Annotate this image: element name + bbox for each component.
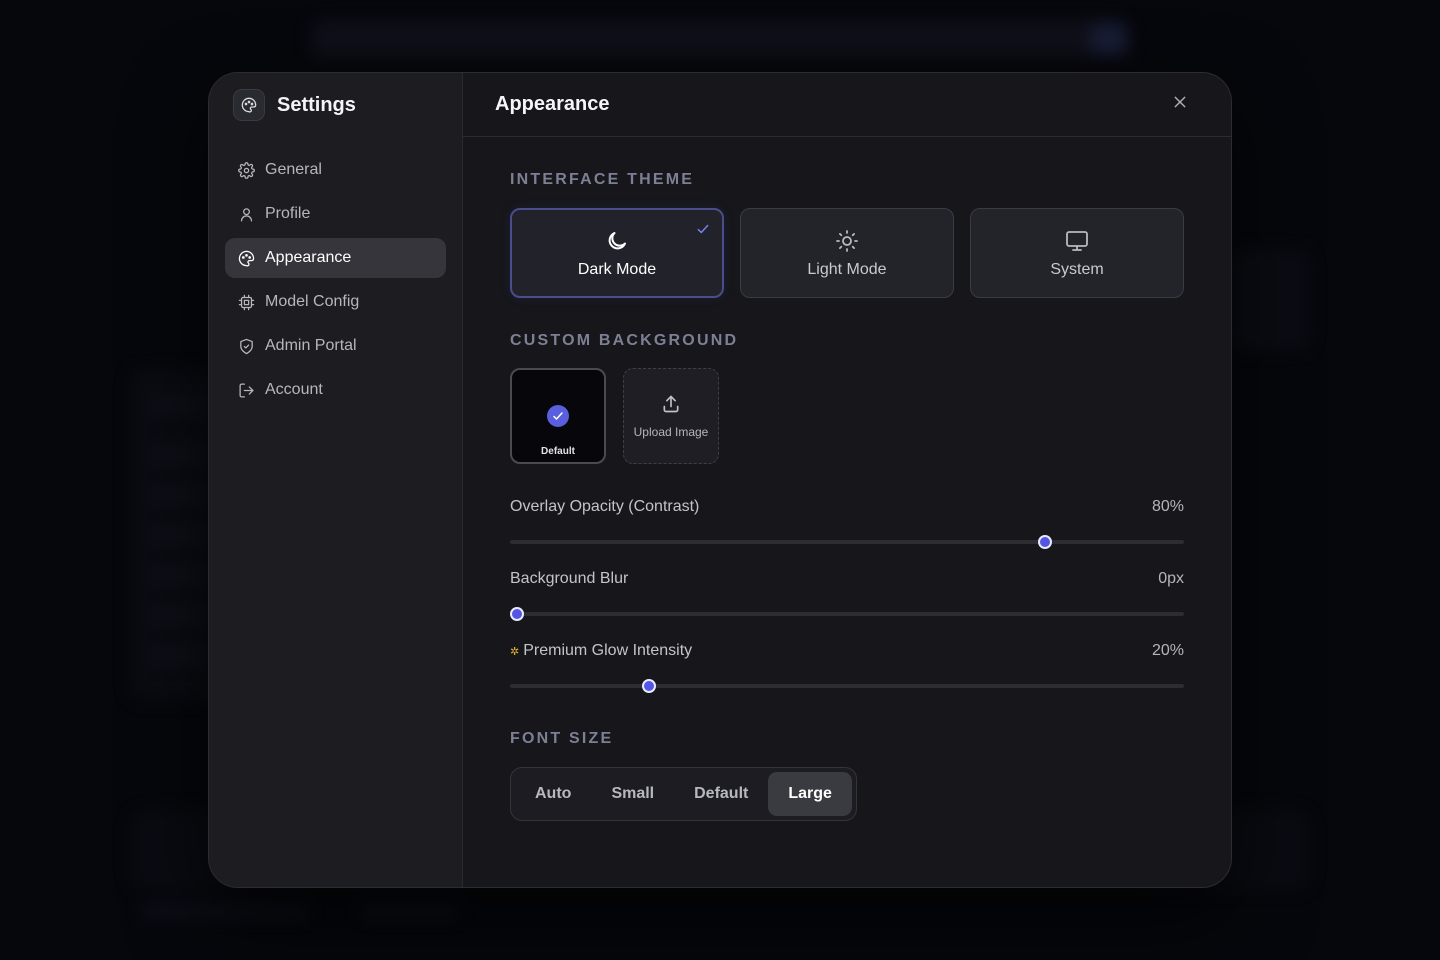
font-size-option-auto[interactable]: Auto bbox=[515, 772, 591, 816]
bg-bottom-text bbox=[360, 905, 460, 917]
slider-value: 20% bbox=[1151, 642, 1184, 659]
bg-bottom-text bbox=[140, 905, 310, 917]
font-size-label: FONT SIZE bbox=[510, 730, 614, 747]
sidebar-header: Settings bbox=[225, 73, 446, 137]
background-default-label: Default bbox=[541, 446, 575, 457]
sidebar-item-label: Appearance bbox=[265, 249, 352, 266]
theme-option-dark[interactable]: Dark Mode bbox=[510, 208, 724, 298]
sidebar-item-label: Admin Portal bbox=[265, 337, 357, 354]
check-circle-icon bbox=[547, 405, 569, 427]
bg-line bbox=[150, 570, 210, 580]
font-size-option-large[interactable]: Large bbox=[768, 772, 852, 816]
sidebar-item-admin-portal[interactable]: Admin Portal bbox=[225, 326, 446, 366]
sidebar-item-label: General bbox=[265, 161, 322, 178]
sidebar-item-label: Profile bbox=[265, 205, 311, 222]
background-blur-slider[interactable] bbox=[510, 607, 1184, 621]
gear-icon bbox=[237, 161, 255, 179]
page-title: Appearance bbox=[495, 93, 610, 115]
slider-label: Background Blur bbox=[510, 570, 629, 587]
glow-intensity-slider-row: ✲ Premium Glow Intensity 20% bbox=[510, 642, 1184, 693]
upload-icon bbox=[661, 394, 681, 419]
background-option-default[interactable]: Default bbox=[510, 368, 606, 464]
main-header: Appearance bbox=[463, 73, 1231, 137]
upload-image-label: Upload Image bbox=[633, 424, 709, 439]
slider-value: 0px bbox=[1158, 570, 1184, 587]
slider-thumb[interactable] bbox=[1038, 535, 1052, 549]
theme-option-label: Light Mode bbox=[807, 260, 887, 278]
background-blur-slider-row: Background Blur 0px bbox=[510, 570, 1184, 621]
sidebar-item-label: Account bbox=[265, 381, 323, 398]
theme-option-system[interactable]: System bbox=[970, 208, 1184, 298]
slider-label: Premium Glow Intensity bbox=[523, 642, 693, 659]
glow-intensity-slider[interactable] bbox=[510, 679, 1184, 693]
custom-background-label: CUSTOM BACKGROUND bbox=[510, 332, 739, 349]
sidebar-item-general[interactable]: General bbox=[225, 150, 446, 190]
bg-line bbox=[150, 400, 210, 410]
theme-options: Dark Mode Light Mode System bbox=[510, 208, 1184, 298]
sun-icon bbox=[834, 228, 860, 254]
bg-top-bar bbox=[310, 18, 1130, 58]
user-icon bbox=[237, 205, 255, 223]
font-size-option-default[interactable]: Default bbox=[674, 772, 768, 816]
logout-icon bbox=[237, 381, 255, 399]
cpu-icon bbox=[237, 293, 255, 311]
bg-line bbox=[150, 490, 210, 500]
theme-option-label: System bbox=[1050, 260, 1104, 278]
check-icon bbox=[696, 222, 710, 241]
close-icon bbox=[1172, 94, 1188, 115]
overlay-opacity-slider[interactable] bbox=[510, 535, 1184, 549]
theme-option-label: Dark Mode bbox=[577, 260, 657, 278]
settings-nav: General Profile Appearance Model Config … bbox=[225, 150, 446, 410]
moon-icon bbox=[604, 228, 630, 254]
settings-sidebar: Settings General Profile Appearance Mode… bbox=[209, 73, 463, 887]
sidebar-item-model-config[interactable]: Model Config bbox=[225, 282, 446, 322]
background-options: Default Upload Image bbox=[510, 368, 1184, 464]
overlay-opacity-slider-row: Overlay Opacity (Contrast) 80% bbox=[510, 498, 1184, 549]
upload-image-button[interactable]: Upload Image bbox=[623, 368, 719, 464]
slider-thumb[interactable] bbox=[510, 607, 524, 621]
shield-icon bbox=[237, 337, 255, 355]
bg-line bbox=[150, 530, 210, 540]
bg-line bbox=[150, 450, 210, 460]
theme-option-light[interactable]: Light Mode bbox=[740, 208, 954, 298]
sparkle-icon: ✲ bbox=[510, 646, 520, 658]
close-button[interactable] bbox=[1169, 94, 1191, 116]
slider-value: 80% bbox=[1151, 498, 1184, 515]
slider-label: Overlay Opacity (Contrast) bbox=[510, 498, 700, 515]
slider-thumb[interactable] bbox=[642, 679, 656, 693]
settings-main: Appearance INTERFACE THEME Dark Mode Lig… bbox=[463, 73, 1231, 887]
sidebar-item-account[interactable]: Account bbox=[225, 370, 446, 410]
sidebar-item-profile[interactable]: Profile bbox=[225, 194, 446, 234]
monitor-icon bbox=[1064, 228, 1090, 254]
interface-theme-label: INTERFACE THEME bbox=[510, 171, 695, 188]
sidebar-item-appearance[interactable]: Appearance bbox=[225, 238, 446, 278]
palette-logo-icon bbox=[233, 89, 265, 121]
bg-line bbox=[150, 650, 210, 660]
font-size-selector: Auto Small Default Large bbox=[510, 767, 857, 821]
appearance-content: INTERFACE THEME Dark Mode Light Mode Sys… bbox=[463, 137, 1231, 821]
font-size-option-small[interactable]: Small bbox=[591, 772, 674, 816]
bg-top-button bbox=[1090, 24, 1126, 54]
palette-icon bbox=[237, 249, 255, 267]
bg-right-panel bbox=[1230, 250, 1310, 350]
bg-line bbox=[150, 610, 210, 620]
sidebar-title: Settings bbox=[277, 93, 356, 116]
settings-modal: Settings General Profile Appearance Mode… bbox=[208, 72, 1232, 888]
sidebar-item-label: Model Config bbox=[265, 293, 360, 310]
